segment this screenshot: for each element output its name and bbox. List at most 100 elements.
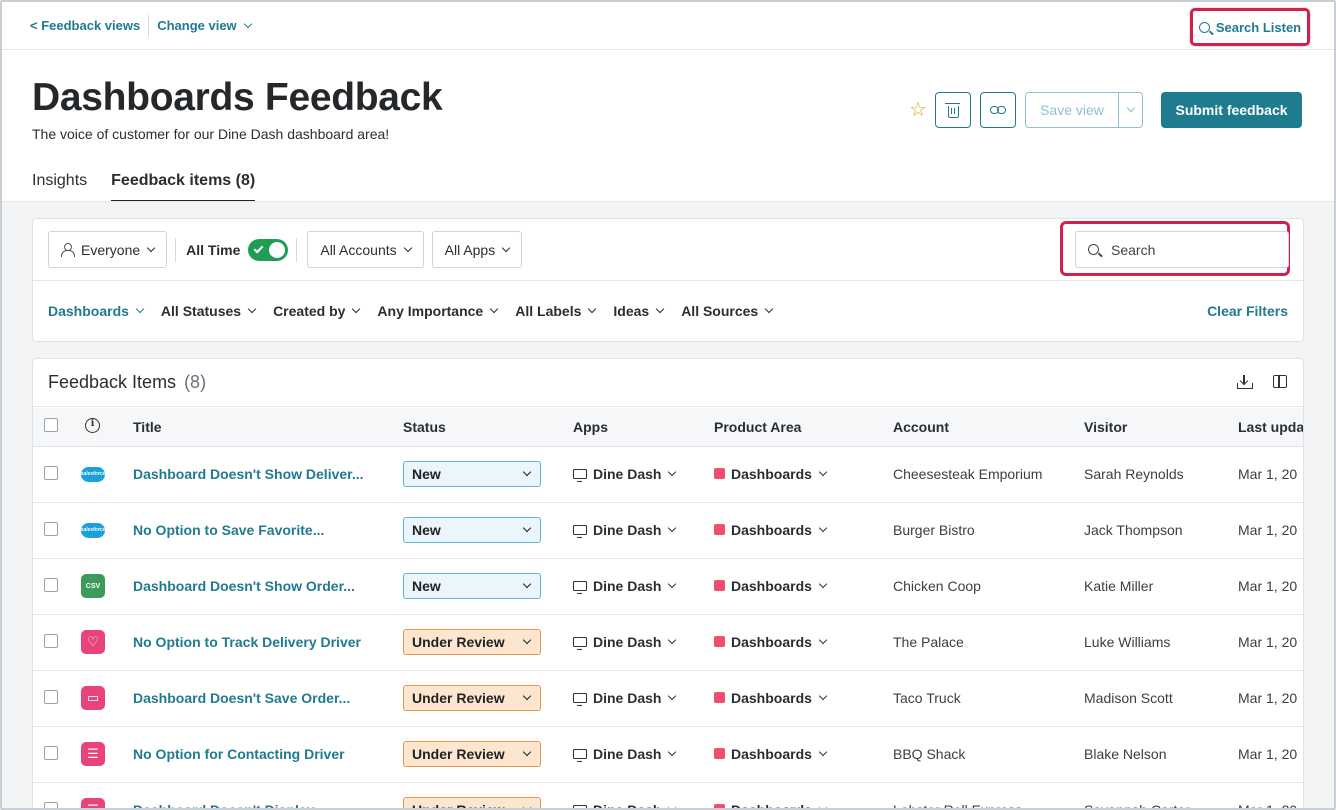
app-dropdown[interactable]: Dine Dash <box>573 522 677 538</box>
table-row[interactable]: CSV Dashboard Doesn't Show Order... New Din… <box>33 558 1303 614</box>
app-dropdown[interactable]: Dine Dash <box>573 746 677 762</box>
all-time-toggle[interactable] <box>248 238 289 261</box>
status-dropdown[interactable]: Under Review <box>403 629 541 655</box>
clear-filters-link[interactable]: Clear Filters <box>1207 303 1288 319</box>
app-dropdown[interactable]: Dine Dash <box>573 578 677 594</box>
card-title: Feedback Items <box>48 372 177 392</box>
row-checkbox[interactable] <box>44 745 58 760</box>
product-area-dropdown[interactable]: Dashboards <box>714 634 828 650</box>
column-header[interactable]: Last upda <box>1238 408 1303 446</box>
tab-feedback-items[interactable]: Feedback items (8) <box>111 172 256 202</box>
save-view-button[interactable]: Save view <box>1026 93 1118 127</box>
accounts-filter[interactable]: All Accounts <box>307 231 424 268</box>
feedback-title-link[interactable]: No Option to Save Favorite... <box>133 522 324 538</box>
change-view-label: Change view <box>157 18 237 33</box>
app-dropdown[interactable]: Dine Dash <box>573 690 677 706</box>
product-area-swatch <box>714 804 725 808</box>
created-by-filter[interactable]: Created by <box>273 303 361 319</box>
save-view-dropdown[interactable] <box>1118 93 1142 127</box>
select-all-checkbox[interactable] <box>44 418 58 433</box>
product-area-label: Dashboards <box>731 745 812 762</box>
feedback-title-link[interactable]: Dashboard Doesn't Show Order... <box>133 578 355 594</box>
feedback-title-link[interactable]: Dashboard Doesn't Display... <box>133 802 325 808</box>
sources-filter[interactable]: All Sources <box>681 303 774 319</box>
chevron-down-icon <box>522 523 532 533</box>
search-input[interactable]: Search <box>1075 231 1289 268</box>
search-listen-button[interactable]: Search Listen <box>1190 8 1310 46</box>
search-icon <box>1088 244 1099 255</box>
column-header[interactable]: Title <box>133 408 403 446</box>
feedback-title-link[interactable]: No Option to Track Delivery Driver <box>133 634 361 650</box>
change-view-dropdown[interactable]: Change view <box>157 18 252 33</box>
importance-filter[interactable]: Any Importance <box>377 303 499 319</box>
app-dropdown[interactable]: Dine Dash <box>573 802 677 808</box>
star-icon[interactable]: ☆ <box>909 100 927 120</box>
monitor-icon <box>573 637 587 650</box>
column-header[interactable]: Product Area <box>714 408 893 446</box>
person-icon <box>61 243 75 257</box>
status-filter[interactable]: All Statuses <box>161 303 257 319</box>
columns-icon[interactable] <box>1273 375 1287 388</box>
table-row[interactable]: salesforce Dashboard Doesn't Show Deliver… <box>33 446 1303 502</box>
table-row[interactable]: ▭ Dashboard Doesn't Save Order... Under Re… <box>33 670 1303 726</box>
row-checkbox[interactable] <box>44 689 58 704</box>
last-updated-cell: Mar 1, 20 <box>1238 522 1298 538</box>
apps-filter[interactable]: All Apps <box>431 231 523 268</box>
column-header[interactable]: Apps <box>573 408 714 446</box>
card-header: Feedback Items (8) <box>33 359 1303 407</box>
product-area-label: Dashboards <box>731 689 812 706</box>
tab-insights[interactable]: Insights <box>32 172 87 202</box>
row-checkbox[interactable] <box>44 465 58 480</box>
last-updated-cell: Mar 1, 20 <box>1238 746 1298 762</box>
submit-feedback-button[interactable]: Submit feedback <box>1161 92 1302 128</box>
search-listen-label: Search Listen <box>1215 19 1302 35</box>
ideas-filter[interactable]: Ideas <box>613 303 665 319</box>
download-icon[interactable] <box>1237 375 1253 389</box>
status-dropdown[interactable]: New <box>403 573 541 599</box>
product-area-dropdown[interactable]: Dashboards <box>714 466 828 482</box>
app-window: < Feedback views Change view Search List… <box>0 0 1336 810</box>
column-header[interactable]: Account <box>893 408 1084 446</box>
product-area-dropdown[interactable]: Dashboards <box>714 802 828 808</box>
row-checkbox[interactable] <box>44 577 58 592</box>
copy-link-button[interactable] <box>980 92 1016 128</box>
status-dropdown[interactable]: Under Review <box>403 741 541 767</box>
chevron-down-icon <box>668 635 677 645</box>
status-label: Under Review <box>412 690 505 706</box>
feedback-title-link[interactable]: Dashboard Doesn't Show Deliver... <box>133 466 364 482</box>
product-area-dropdown[interactable]: Dashboards <box>714 745 828 762</box>
link-icon <box>990 106 1006 114</box>
column-header[interactable]: Visitor <box>1084 408 1238 446</box>
delete-button[interactable] <box>935 92 971 128</box>
row-checkbox[interactable] <box>44 521 58 536</box>
feedback-views-link[interactable]: < Feedback views <box>30 18 140 33</box>
status-dropdown[interactable]: Under Review <box>403 685 541 711</box>
table-row[interactable]: ♡ No Option to Track Delivery Driver Under… <box>33 614 1303 670</box>
account-cell: BBQ Shack <box>893 746 966 762</box>
labels-filter[interactable]: All Labels <box>515 303 597 319</box>
column-header[interactable]: Status <box>403 408 573 446</box>
app-dropdown[interactable]: Dine Dash <box>573 634 677 650</box>
app-dropdown[interactable]: Dine Dash <box>573 466 677 482</box>
accounts-label: All Accounts <box>320 241 397 258</box>
product-area-dropdown[interactable]: Dashboards <box>714 522 828 538</box>
row-checkbox[interactable] <box>44 801 58 808</box>
feedback-title-link[interactable]: Dashboard Doesn't Save Order... <box>133 690 350 706</box>
product-area-filter[interactable]: Dashboards <box>48 303 145 319</box>
product-area-dropdown[interactable]: Dashboards <box>714 578 828 594</box>
status-dropdown[interactable]: New <box>403 461 541 487</box>
status-dropdown[interactable]: Under Review <box>403 797 541 808</box>
last-updated-cell: Mar 1, 20 <box>1238 690 1298 706</box>
feedback-title-link[interactable]: No Option for Contacting Driver <box>133 746 345 762</box>
account-cell: Burger Bistro <box>893 522 975 538</box>
status-label: New <box>412 578 441 594</box>
status-dropdown[interactable]: New <box>403 517 541 543</box>
table-row[interactable]: ☰ No Option for Contacting Driver Under Re… <box>33 726 1303 782</box>
chevron-down-icon <box>522 803 532 808</box>
everyone-filter[interactable]: Everyone <box>48 231 168 268</box>
table-row[interactable]: ☰ Dashboard Doesn't Display... Under Revie… <box>33 782 1303 808</box>
row-checkbox[interactable] <box>44 633 58 648</box>
table-row[interactable]: salesforce No Option to Save Favorite... N… <box>33 502 1303 558</box>
product-area-dropdown[interactable]: Dashboards <box>714 689 828 706</box>
last-updated-cell: Mar 1, 20 <box>1238 578 1298 594</box>
